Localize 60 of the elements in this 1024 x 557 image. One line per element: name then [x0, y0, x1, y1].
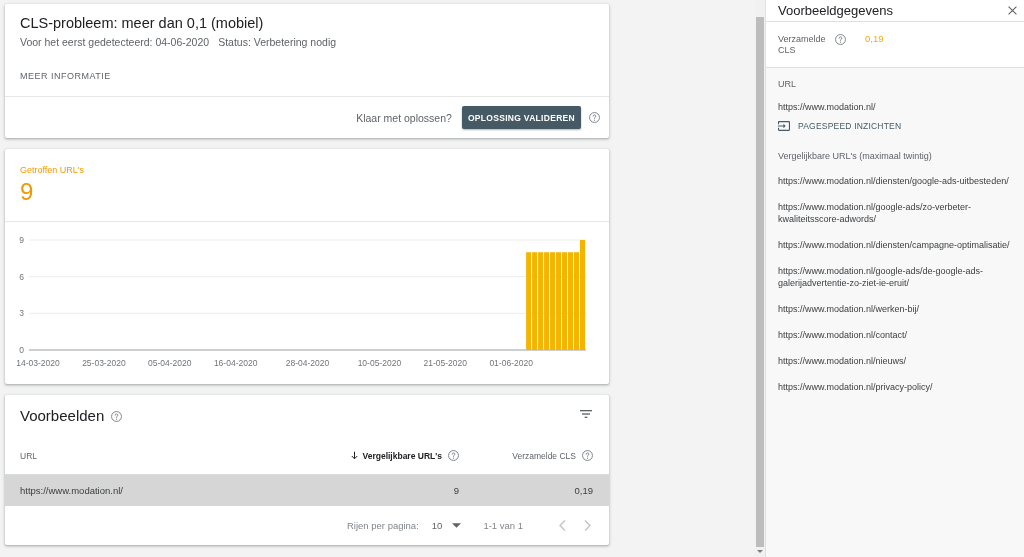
url-label: URL: [778, 79, 796, 89]
affected-urls-count: 9: [20, 179, 34, 205]
y-axis-label: 3: [19, 308, 24, 319]
panel-title: Voorbeeldgegevens: [778, 3, 893, 18]
similar-url: https://www.modation.nl/nieuws/: [778, 355, 907, 367]
chevron-right-icon: [584, 520, 591, 531]
url-text: https://www.modation.nl/: [778, 102, 876, 112]
x-axis-label: 10-05-2020: [357, 358, 402, 368]
scrollbar-thumb[interactable]: [756, 17, 764, 547]
box-arrow-icon: [778, 121, 790, 131]
help-icon[interactable]: [448, 450, 459, 461]
table-cell-text: https://www.modation.nl/: [20, 485, 124, 496]
validate-prompt: Klaar met oplossen?: [356, 111, 452, 124]
similar-url: https://www.modation.nl/diensten/campagne-optimalisatie/: [778, 239, 1010, 251]
x-axis-label: 05-04-2020: [148, 358, 192, 368]
first-detected-text: Voor het eerst gedetecteerd: 04-06-2020: [20, 35, 210, 49]
metric-label: Verzamelde CLS: [778, 34, 826, 55]
chevron-left-icon: [559, 520, 566, 531]
validate-button[interactable]: OPLOSSING VALIDEREN: [461, 106, 581, 129]
similar-url: https://www.modation.nl/diensten/google-ads-uitbesteden/: [778, 175, 1009, 187]
column-header[interactable]: Verzamelde CLS: [512, 450, 576, 461]
arrow-down-icon: [351, 451, 359, 460]
similar-url: https://www.modation.nl/werken-bij/: [778, 303, 920, 315]
table-cell: 9: [453, 485, 459, 496]
help-icon[interactable]: [582, 450, 593, 461]
column-header[interactable]: Vergelijkbare URL's: [351, 450, 442, 461]
x-axis-label: 21-05-2020: [423, 358, 467, 368]
x-axis-label: 01-06-2020: [489, 358, 533, 368]
pagespeed-link[interactable]: PAGESPEED INZICHTEN: [778, 119, 902, 133]
affected-urls-label: Getroffen URL's: [20, 164, 85, 176]
help-icon[interactable]: [111, 410, 123, 422]
scroll-down-arrow-icon[interactable]: [757, 550, 763, 553]
issue-title: CLS-probleem: meer dan 0,1 (mobiel): [20, 15, 264, 32]
help-icon[interactable]: [589, 112, 600, 123]
rows-per-page-label: Rijen per pagina:: [346, 520, 419, 531]
x-axis-label: 25-03-2020: [82, 358, 126, 368]
x-axis-label: 14-03-2020: [16, 358, 60, 368]
similar-url: https://www.modation.nl/privacy-policy/: [778, 381, 933, 393]
column-header[interactable]: URL: [20, 450, 37, 461]
help-icon[interactable]: [835, 34, 846, 45]
similar-url: https://www.modation.nl/google-ads/de-google-ads-galerijadvertentie-zo-ziet-ie-eruit/: [778, 265, 985, 289]
status-text: Status: Verbetering nodig: [218, 35, 337, 49]
more-info-link[interactable]: MEER INFORMATIE: [20, 70, 111, 82]
examples-title: Voorbeelden: [20, 407, 105, 425]
y-axis-label: 6: [19, 271, 24, 282]
table-row[interactable]: https://www.modation.nl/ 9 0,19: [5, 475, 609, 506]
metric-value: 0,19: [865, 34, 884, 45]
similar-urls-label: Vergelijkbare URL's (maximaal twintig): [778, 151, 932, 161]
x-axis-label: 16-04-2020: [213, 358, 258, 368]
y-axis-label: 0: [19, 345, 24, 355]
similar-url: https://www.modation.nl/google-ads/zo-verbeter-kwaliteitsscore-adwords/: [778, 201, 973, 225]
similar-url: https://www.modation.nl/contact/: [778, 329, 908, 341]
table-cell: 0,19: [574, 485, 593, 496]
close-icon[interactable]: [1008, 6, 1017, 15]
page-range-text: 1-1 van 1: [483, 520, 523, 531]
y-axis-label: 9: [19, 235, 24, 245]
filter-icon[interactable]: [580, 410, 592, 418]
caret-down-icon: [452, 523, 462, 528]
rows-per-page-dropdown[interactable]: 10: [431, 520, 462, 531]
x-axis-label: 28-04-2020: [285, 358, 330, 368]
